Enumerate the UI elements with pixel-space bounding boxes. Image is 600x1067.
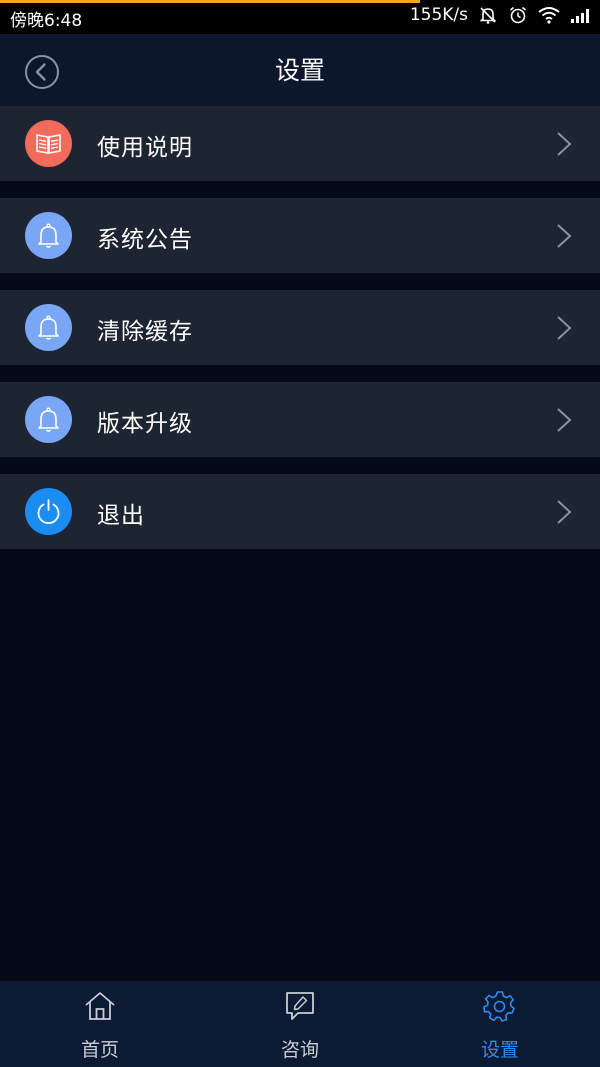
settings-item-announcements[interactable]: 系统公告 [0, 198, 600, 273]
page-title: 设置 [274, 56, 325, 85]
chat-pen-icon [286, 992, 314, 1020]
status-time: 傍晚6:48 [10, 11, 83, 31]
chevron-right-icon [557, 316, 572, 340]
signal-strength-icon [570, 7, 592, 23]
settings-item-label: 退出 [97, 503, 145, 529]
settings-item-label: 版本升级 [97, 411, 193, 437]
settings-item-version-upgrade[interactable]: 版本升级 [0, 382, 600, 457]
settings-item-label: 系统公告 [97, 227, 193, 253]
home-icon [85, 992, 115, 1020]
settings-item-instructions[interactable]: 使用说明 [0, 106, 600, 181]
gear-icon [483, 991, 515, 1022]
alarm-icon [508, 5, 528, 25]
chevron-right-icon [557, 500, 572, 524]
chevron-right-icon [557, 224, 572, 248]
settings-item-label: 使用说明 [97, 135, 193, 161]
bottom-nav: 首页 咨询 设置 [0, 981, 600, 1067]
status-bar: 傍晚6:48 155K/s [0, 0, 600, 34]
bell-icon [25, 212, 72, 259]
status-indicators: 155K/s [410, 5, 592, 25]
nav-item-settings[interactable]: 设置 [400, 981, 600, 1067]
bell-icon [25, 304, 72, 351]
top-bar: 设置 [0, 34, 600, 106]
nav-item-consult[interactable]: 咨询 [200, 981, 400, 1067]
chevron-right-icon [557, 132, 572, 156]
settings-item-logout[interactable]: 退出 [0, 474, 600, 549]
wifi-icon [538, 6, 560, 24]
net-speed: 155K/s [409, 5, 468, 25]
book-icon [25, 120, 72, 167]
nav-label: 咨询 [280, 1039, 319, 1061]
settings-item-clear-cache[interactable]: 清除缓存 [0, 290, 600, 365]
settings-list: 使用说明 系统公告 清除缓存 版本升级 退出 [0, 106, 600, 566]
mute-notification-icon [478, 5, 498, 25]
loading-progress-line [0, 0, 420, 3]
settings-screen: 傍晚6:48 155K/s 设置 使用说明 系统公告 清除缓存 版本升级 退出 … [0, 0, 600, 1067]
settings-item-label: 清除缓存 [97, 319, 193, 345]
nav-item-home[interactable]: 首页 [0, 981, 200, 1067]
chevron-right-icon [557, 408, 572, 432]
nav-label: 首页 [80, 1039, 119, 1061]
nav-label: 设置 [480, 1039, 519, 1061]
bell-icon [25, 396, 72, 443]
power-icon [25, 488, 72, 535]
